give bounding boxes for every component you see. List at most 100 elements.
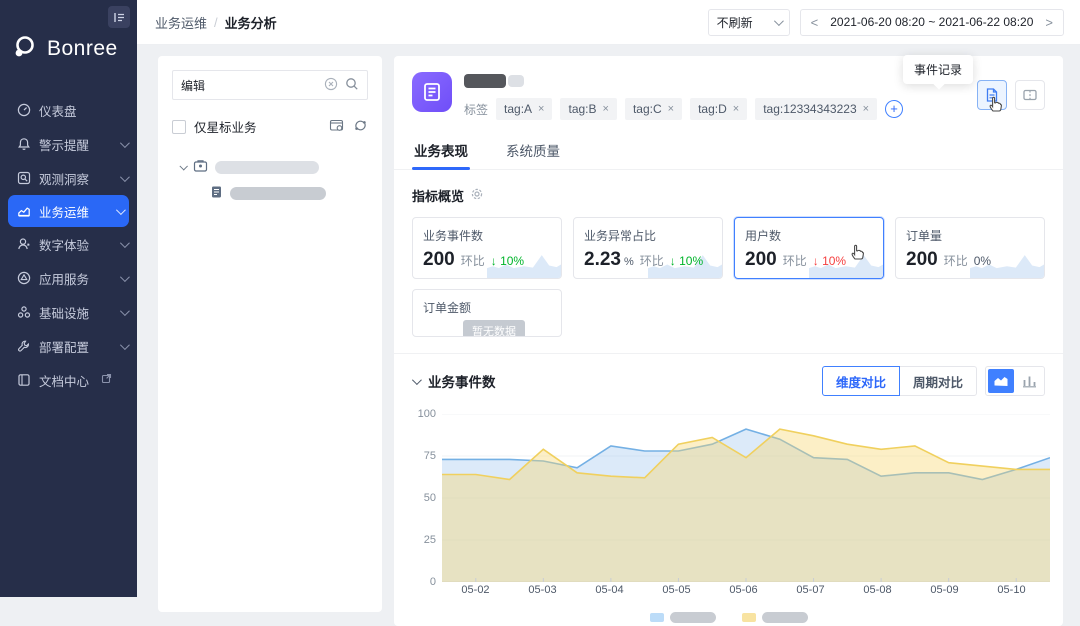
- compare-layout-button[interactable]: [1015, 80, 1045, 110]
- x-axis-tick-label: 05-03: [528, 584, 556, 596]
- sidebar-item-deploy-config[interactable]: 部署配置: [0, 329, 137, 363]
- metric-card-error-ratio[interactable]: 业务异常占比 2.23 % 环比 ↓ 10%: [573, 217, 723, 279]
- trend-change: ↓ 10%: [813, 254, 846, 268]
- chart-section-title: 业务事件数: [428, 371, 496, 391]
- prev-range-icon[interactable]: <: [811, 15, 819, 30]
- gear-icon[interactable]: [470, 187, 484, 204]
- chevron-down-icon: [120, 272, 130, 282]
- redacted-legend-label: [762, 612, 808, 623]
- tab-business-performance[interactable]: 业务表现: [412, 134, 470, 169]
- date-range-picker[interactable]: < 2021-06-20 08:20 ~ 2021-06-22 08:20 >: [800, 9, 1064, 36]
- gauge-icon: [16, 103, 31, 118]
- search-icon[interactable]: [345, 77, 359, 94]
- close-icon[interactable]: ×: [538, 103, 544, 115]
- cursor-pointer-hand: [848, 240, 868, 262]
- main-tabs: 业务表现 系统质量: [394, 134, 1063, 170]
- tag-item: tag:C×: [625, 98, 682, 120]
- dimension-compare-button[interactable]: 维度对比: [822, 366, 900, 396]
- y-axis-tick-label: 75: [412, 450, 436, 462]
- close-icon[interactable]: ×: [668, 103, 674, 115]
- close-icon[interactable]: ×: [863, 103, 869, 115]
- sidebar-item-insight[interactable]: 观测洞察: [0, 161, 137, 195]
- area-chart-icon[interactable]: [988, 369, 1014, 393]
- sidebar-item-label: 基础设施: [39, 303, 89, 322]
- business-tree: [172, 154, 368, 206]
- breadcrumb: 业务运维 / 业务分析: [155, 13, 277, 32]
- sidebar-item-dashboard[interactable]: 仪表盘: [0, 93, 137, 127]
- x-axis-labels: 05-0205-0305-0405-0505-0605-0705-0805-09…: [442, 584, 1045, 600]
- y-axis-tick-label: 100: [412, 408, 436, 420]
- star-only-checkbox[interactable]: [172, 120, 186, 134]
- trend-chart[interactable]: 0255075100: [412, 410, 1045, 578]
- tree-search-box: [172, 70, 368, 100]
- trend-change: ↓ 10%: [670, 254, 703, 268]
- y-axis-tick-label: 0: [412, 576, 436, 588]
- business-tree-panel: 仅星标业务: [158, 56, 382, 612]
- tree-leaf-node[interactable]: [172, 180, 368, 206]
- wrench-icon: [16, 339, 31, 354]
- tab-system-quality[interactable]: 系统质量: [504, 134, 562, 169]
- sidebar-item-app-services[interactable]: 应用服务: [0, 261, 137, 295]
- sidebar-collapse-icon[interactable]: [108, 6, 130, 28]
- book-icon: [16, 373, 31, 388]
- legend-item-series-1[interactable]: [650, 612, 716, 623]
- breadcrumb-parent[interactable]: 业务运维: [155, 13, 207, 32]
- business-analysis-panel: 标签 tag:A× tag:B× tag:C× tag:D× tag:12334…: [394, 56, 1063, 626]
- sidebar-item-infrastructure[interactable]: 基础设施: [0, 295, 137, 329]
- sidebar-item-digital-experience[interactable]: 数字体验: [0, 227, 137, 261]
- x-axis-tick-label: 05-08: [863, 584, 891, 596]
- sidebar-menu: 仪表盘 警示提醒 观测洞察 业务运维 数字体验 应用服务: [0, 93, 137, 397]
- metric-card-orders[interactable]: 订单量 200 环比 0%: [895, 217, 1045, 279]
- chevron-down-icon: [179, 162, 187, 170]
- topbar: 业务运维 / 业务分析 不刷新 < 2021-06-20 08:20 ~ 202…: [137, 0, 1080, 45]
- sidebar-item-label: 数字体验: [39, 235, 89, 254]
- x-axis-tick-label: 05-09: [930, 584, 958, 596]
- close-icon[interactable]: ×: [603, 103, 609, 115]
- x-axis-tick-label: 05-06: [729, 584, 757, 596]
- add-tag-icon[interactable]: +: [885, 100, 903, 118]
- sidebar-item-label: 警示提醒: [39, 135, 89, 154]
- legend-swatch: [742, 613, 756, 622]
- sidebar-item-label: 业务运维: [39, 202, 89, 221]
- sidebar-item-label: 文档中心: [39, 371, 89, 390]
- redacted-business-title-tail: [508, 75, 524, 87]
- sidebar-item-label: 仪表盘: [39, 101, 77, 120]
- sidebar-item-doc-center[interactable]: 文档中心: [0, 363, 137, 397]
- sync-sort-icon[interactable]: [353, 118, 368, 136]
- collapse-section-icon[interactable]: [412, 375, 422, 385]
- view-settings-icon[interactable]: [329, 118, 344, 136]
- period-compare-button[interactable]: 周期对比: [899, 366, 977, 396]
- redacted-legend-label: [670, 612, 716, 623]
- tree-group-node[interactable]: [172, 154, 368, 180]
- tree-search-input[interactable]: [181, 78, 317, 92]
- legend-item-series-2[interactable]: [742, 612, 808, 623]
- chevron-down-icon: [120, 306, 130, 316]
- clear-search-icon[interactable]: [324, 77, 338, 94]
- sidebar-item-label: 部署配置: [39, 337, 89, 356]
- trend-chart-plot[interactable]: [442, 414, 1050, 582]
- star-filter-row: 仅星标业务: [172, 117, 368, 136]
- chevron-down-icon: [120, 238, 130, 248]
- redacted-group-label: [215, 161, 319, 174]
- tag-item: tag:A×: [496, 98, 552, 120]
- redacted-business-title: [464, 74, 506, 88]
- metric-card-order-amount[interactable]: 订单金额 暂无数据: [412, 289, 562, 337]
- metric-value: 200: [906, 249, 938, 271]
- bar-chart-icon[interactable]: [1016, 369, 1042, 393]
- close-icon[interactable]: ×: [733, 103, 739, 115]
- sidebar-item-business-ops[interactable]: 业务运维: [8, 195, 129, 227]
- next-range-icon[interactable]: >: [1045, 15, 1053, 30]
- x-axis-tick-label: 05-04: [595, 584, 623, 596]
- trend-chart-icon: [16, 204, 31, 219]
- redacted-leaf-label: [230, 187, 326, 200]
- metric-card-business-events[interactable]: 业务事件数 200 环比 ↓ 10%: [412, 217, 562, 279]
- x-axis-tick-label: 05-02: [461, 584, 489, 596]
- chevron-down-icon: [120, 340, 130, 350]
- tag-item: tag:B×: [560, 98, 616, 120]
- user-icon: [16, 237, 31, 252]
- sidebar-item-alerts[interactable]: 警示提醒: [0, 127, 137, 161]
- brand-logo-text: Bonree: [47, 37, 118, 61]
- trend-change: ↓ 10%: [491, 254, 524, 268]
- tag-item: tag:D×: [690, 98, 747, 120]
- refresh-interval-select[interactable]: 不刷新: [708, 9, 790, 36]
